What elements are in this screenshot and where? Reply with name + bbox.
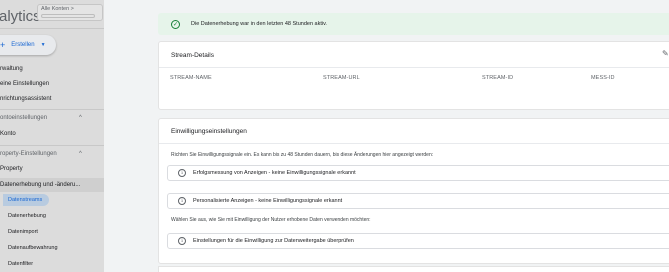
account-selector[interactable]: Alle Konten > <box>37 4 103 21</box>
info-icon: i <box>178 237 186 245</box>
sidebar-section-account[interactable]: ontoeinstellungen <box>0 115 47 121</box>
caret-down-icon: ▼ <box>40 42 46 48</box>
divider <box>159 143 669 144</box>
consent-description: Richten Sie Einwilligungssignale ein. Es… <box>171 152 434 158</box>
info-icon: i <box>178 169 186 177</box>
sidebar-subitem-data-retention[interactable]: Datenaufbewahrung <box>8 245 58 251</box>
account-selector-value <box>41 14 95 18</box>
card-title: Stream-Details <box>171 52 214 59</box>
sidebar-item-admin[interactable]: rwaltung <box>0 66 23 72</box>
consent-row-personalized-ads[interactable]: i Personalisierte Anzeigen - keine Einwi… <box>167 193 669 209</box>
sidebar-navigation: alytics Alle Konten > + Erstellen ▼ rwal… <box>0 0 104 272</box>
sidebar-subitem-datastreams[interactable]: Datenstreams <box>8 197 42 203</box>
sidebar-item-setup-assistant[interactable]: nrichtungsassistent <box>0 96 51 102</box>
divider <box>0 28 104 29</box>
consent-row-label: Personalisierte Anzeigen - keine Einwill… <box>193 198 343 204</box>
column-header-stream-id: STREAM-ID <box>482 75 514 81</box>
create-button[interactable]: + Erstellen ▼ <box>0 35 56 55</box>
status-banner-text: Die Datenerhebung war in den letzten 48 … <box>191 21 327 27</box>
divider <box>0 145 104 146</box>
sidebar-subitem-data-import[interactable]: Datenimport <box>8 229 38 235</box>
sidebar-subitem-data-filter[interactable]: Datenfilter <box>8 261 33 267</box>
plus-icon: + <box>0 40 6 50</box>
next-card <box>158 266 669 272</box>
consent-row-label: Erfolgsmessung von Anzeigen - keine Einw… <box>193 170 356 176</box>
status-banner: ✓ Die Datenerhebung war in den letzten 4… <box>158 13 669 35</box>
column-header-measurement-id: MESS-ID <box>591 75 615 81</box>
main-content: ✓ Die Datenerhebung war in den letzten 4… <box>104 0 669 272</box>
check-circle-icon: ✓ <box>171 19 180 29</box>
sidebar-item-data-collection[interactable]: Datenerhebung und -änderu... <box>0 182 80 188</box>
account-selector-label: Alle Konten > <box>41 6 74 12</box>
divider <box>0 109 104 110</box>
consent-row-label: Einstellungen für die Einwilligung zur D… <box>193 238 354 244</box>
column-header-stream-name: STREAM-NAME <box>170 75 212 81</box>
sidebar-subitem-data-collection[interactable]: Datenerhebung <box>8 213 46 219</box>
info-icon: i <box>178 197 186 205</box>
pencil-icon[interactable]: ✎ <box>662 49 669 58</box>
consent-settings-card: Einwilligungseinstellungen Richten Sie E… <box>158 118 669 264</box>
consent-row-data-sharing[interactable]: i Einstellungen für die Einwilligung zur… <box>167 233 669 249</box>
chevron-up-icon[interactable]: ^ <box>79 151 82 157</box>
card-title: Einwilligungseinstellungen <box>171 128 247 135</box>
create-button-label: Erstellen <box>11 42 35 48</box>
column-header-stream-url: STREAM-URL <box>323 75 360 81</box>
sidebar-item-account[interactable]: Konto <box>0 131 16 137</box>
consent-choose-text: Wählen Sie aus, wie Sie mit Einwilligung… <box>171 217 371 223</box>
sidebar-section-property[interactable]: roperty-Einstellungen <box>0 151 57 157</box>
divider <box>159 67 669 68</box>
sidebar-item-property[interactable]: Property <box>0 166 23 172</box>
app-title: alytics <box>0 8 41 25</box>
consent-row-ad-measurement[interactable]: i Erfolgsmessung von Anzeigen - keine Ei… <box>167 165 669 181</box>
sidebar-item-settings[interactable]: eine Einstellungen <box>0 81 49 87</box>
chevron-up-icon[interactable]: ^ <box>79 115 82 121</box>
